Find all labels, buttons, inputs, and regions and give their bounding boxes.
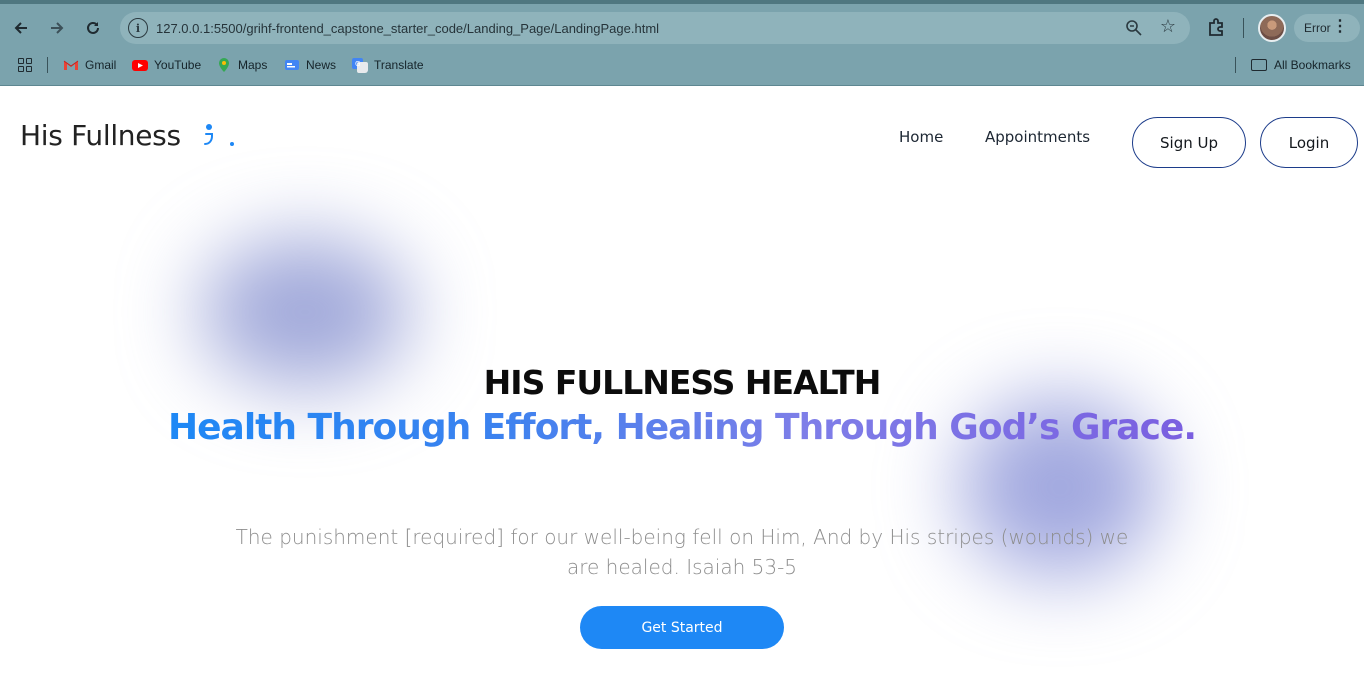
menu-kebab-icon[interactable]: ⋮ — [1332, 18, 1348, 36]
site-logo[interactable]: His Fullness — [20, 119, 181, 152]
bookmarks-divider — [47, 57, 48, 73]
news-icon — [285, 60, 299, 70]
bookmarks-bar: Gmail YouTube Maps News G Translate All … — [0, 52, 1364, 78]
tab-strip — [0, 0, 1364, 4]
back-button[interactable] — [9, 16, 33, 40]
sign-up-button[interactable]: Sign Up — [1132, 117, 1246, 168]
nav-link-appointments[interactable]: Appointments — [985, 128, 1090, 146]
forward-arrow-icon — [51, 22, 64, 34]
apps-grid-icon[interactable] — [18, 58, 32, 72]
reload-button[interactable] — [81, 16, 105, 40]
forward-button[interactable] — [45, 16, 69, 40]
address-bar[interactable]: i 127.0.0.1:5500/grihf-frontend_capstone… — [120, 12, 1190, 44]
login-button[interactable]: Login — [1260, 117, 1358, 168]
toolbar-divider — [1243, 18, 1244, 38]
get-started-button[interactable]: Get Started — [580, 606, 784, 649]
hero-subtitle: Health Through Effort, Healing Through G… — [0, 407, 1364, 448]
profile-error-chip[interactable]: Error ⋮ — [1294, 14, 1360, 42]
bookmark-news[interactable]: News — [284, 56, 336, 74]
bookmarks-divider-right — [1235, 57, 1236, 73]
landing-page: His Fullness Home Appointments Sign Up L… — [0, 87, 1364, 680]
bookmark-maps[interactable]: Maps — [216, 56, 267, 74]
hero-title: HIS FULLNESS HEALTH — [483, 363, 882, 402]
zoom-icon[interactable] — [1124, 18, 1144, 38]
extensions-icon[interactable] — [1206, 16, 1228, 38]
hero-quote: The punishment [required] for our well-b… — [235, 525, 1129, 579]
folder-icon — [1251, 59, 1267, 71]
gmail-icon — [63, 60, 79, 70]
youtube-icon — [132, 60, 148, 71]
svg-text:G: G — [355, 60, 360, 68]
bookmark-youtube[interactable]: YouTube — [132, 56, 201, 74]
browser-chrome: i 127.0.0.1:5500/grihf-frontend_capstone… — [0, 0, 1364, 86]
reload-icon — [87, 21, 99, 34]
stethoscope-icon — [204, 124, 234, 146]
bookmark-star-icon[interactable]: ☆ — [1160, 16, 1176, 37]
hero-subtitle-text: Health Through Effort, Healing Through G… — [168, 407, 1197, 448]
translate-icon: G — [352, 58, 368, 73]
site-info-icon[interactable]: i — [128, 18, 148, 38]
maps-icon — [219, 58, 229, 72]
back-arrow-icon — [14, 22, 27, 34]
bookmark-translate[interactable]: G Translate — [352, 56, 424, 74]
nav-link-home[interactable]: Home — [899, 128, 943, 146]
url-text[interactable]: 127.0.0.1:5500/grihf-frontend_capstone_s… — [156, 21, 659, 36]
all-bookmarks-button[interactable]: All Bookmarks — [1251, 56, 1351, 74]
bookmark-gmail[interactable]: Gmail — [63, 56, 116, 74]
profile-status-text: Error — [1304, 21, 1331, 35]
profile-avatar[interactable] — [1258, 14, 1286, 42]
